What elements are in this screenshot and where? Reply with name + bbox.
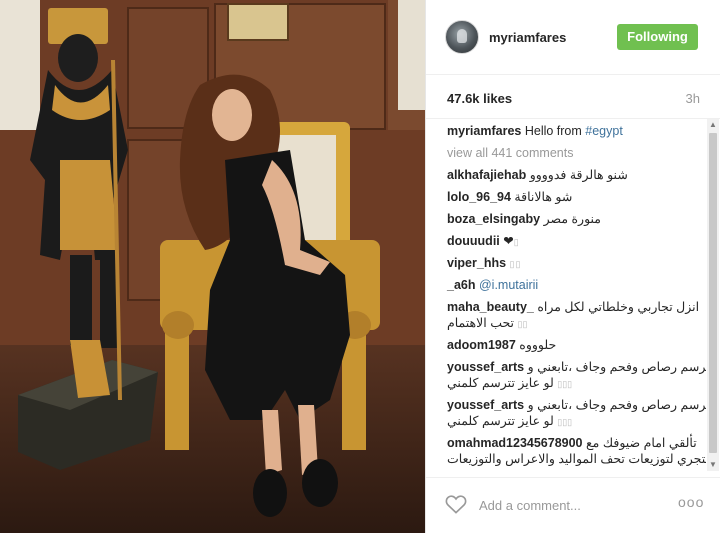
view-all-comments-link[interactable]: view all 441 comments (447, 145, 702, 161)
comment-line2-text: لو عايز تترسم كلمني (447, 376, 554, 390)
avatar[interactable] (445, 20, 479, 54)
post-time: 3h (685, 91, 700, 106)
likes-count[interactable]: 47.6k likes (447, 91, 512, 106)
comment-text: برسم رصاص وفحم وجاف ،تابعني و (527, 360, 706, 374)
post-sidebar: myriamfares Following 47.6k likes 3h myr… (425, 0, 720, 533)
comment-username[interactable]: _a6h (447, 278, 476, 292)
comment-text-line2: لو عايز تترسم كلمني ▯▯▯ (447, 413, 702, 430)
comment-item: alkhafajiehab شنو هالرقة فدوووو (447, 167, 702, 183)
comments-list[interactable]: myriamfares Hello from #egypt view all 4… (426, 119, 706, 471)
heart-icon[interactable] (445, 494, 467, 514)
comment-emoji-placeholder: ▯▯▯ (557, 379, 573, 389)
comment-username[interactable]: douuudii (447, 234, 500, 248)
caption-hashtag[interactable]: #egypt (585, 124, 623, 138)
comment-text: تألقي امام ضيوفك مع (586, 436, 697, 450)
comment-line2-text: لو عايز تترسم كلمني (447, 414, 554, 428)
comment-item: douuudii ❤▯ (447, 233, 702, 250)
comment-mention[interactable]: @i.mutairii (479, 278, 538, 292)
comment-username[interactable]: youssef_arts (447, 360, 524, 374)
caption-username[interactable]: myriamfares (447, 124, 521, 138)
scrollbar-thumb[interactable] (709, 133, 717, 453)
caption-text: Hello from (524, 124, 586, 138)
comment-text: شنو هالرقة فدوووو (529, 168, 628, 182)
add-comment-input[interactable] (477, 494, 651, 516)
instagram-post: myriamfares Following 47.6k likes 3h myr… (0, 0, 720, 533)
comment-username[interactable]: youssef_arts (447, 398, 524, 412)
comment-username[interactable]: boza_elsingaby (447, 212, 540, 226)
comments-scrollbar[interactable]: ▲ ▼ (707, 119, 719, 471)
post-photo[interactable] (0, 0, 425, 533)
post-stats: 47.6k likes 3h (426, 75, 720, 119)
comment-text-line2: تحب الاهتمام ▯▯ (447, 315, 702, 332)
scroll-up-arrow-icon[interactable]: ▲ (707, 119, 719, 131)
comment-emoji-placeholder: ▯ (513, 237, 520, 247)
comment-item: omahmad12345678900 تألقي امام ضيوفك مع م… (447, 435, 706, 467)
comment-text: ❤ (503, 234, 514, 248)
comment-username[interactable]: lolo_96_94 (447, 190, 511, 204)
scroll-down-arrow-icon[interactable]: ▼ (707, 459, 719, 471)
comment-text: منورة مصر (543, 212, 601, 226)
comment-item: _a6h @i.mutairii (447, 277, 702, 293)
comment-text: حلوووه (519, 338, 557, 352)
comment-item: boza_elsingaby منورة مصر (447, 211, 702, 227)
avatar-figure-icon (457, 29, 467, 43)
comment-username[interactable]: adoom1987 (447, 338, 516, 352)
following-button[interactable]: Following (617, 24, 698, 50)
comment-username[interactable]: alkhafajiehab (447, 168, 526, 182)
comment-emoji-placeholder: ▯▯▯ (557, 417, 573, 427)
comment-emoji-placeholder: ▯▯ (517, 319, 528, 329)
comment-username[interactable]: maha_beauty_ (447, 300, 534, 314)
comment-item: viper_hhs ▯▯ (447, 255, 702, 272)
comment-text: شو هالاناقة (514, 190, 573, 204)
comment-item: maha_beauty_ انزل تجاربي وخلطاتي لكل مرا… (447, 299, 702, 332)
comment-username[interactable]: omahmad12345678900 (447, 436, 583, 450)
photo-illustration (0, 0, 425, 533)
comment-text-line2: متجري لتوزيعات تحف المواليد والاعراس وال… (447, 452, 706, 466)
comment-emoji-placeholder: ▯▯ (509, 259, 522, 269)
comment-item: adoom1987 حلوووه (447, 337, 702, 353)
comment-item: youssef_arts برسم رصاص وفحم وجاف ،تابعني… (447, 359, 706, 392)
caption: myriamfares Hello from #egypt (447, 123, 702, 139)
post-header: myriamfares Following (426, 0, 720, 75)
view-all-text: view all 441 comments (447, 146, 574, 160)
header-username[interactable]: myriamfares (489, 30, 566, 45)
comment-text: برسم رصاص وفحم وجاف ،تابعني و (527, 398, 706, 412)
comment-item: lolo_96_94 شو هالاناقة (447, 189, 702, 205)
comment-item: youssef_arts برسم رصاص وفحم وجاف ،تابعني… (447, 397, 706, 430)
comment-username[interactable]: viper_hhs (447, 256, 506, 270)
comment-text: انزل تجاربي وخلطاتي لكل مراه (537, 300, 700, 314)
post-footer: ooo (426, 477, 720, 533)
comment-line2-text: تحب الاهتمام (447, 316, 515, 330)
more-options-icon[interactable]: ooo (678, 494, 704, 510)
comment-text-line2: لو عايز تترسم كلمني ▯▯▯ (447, 375, 702, 392)
